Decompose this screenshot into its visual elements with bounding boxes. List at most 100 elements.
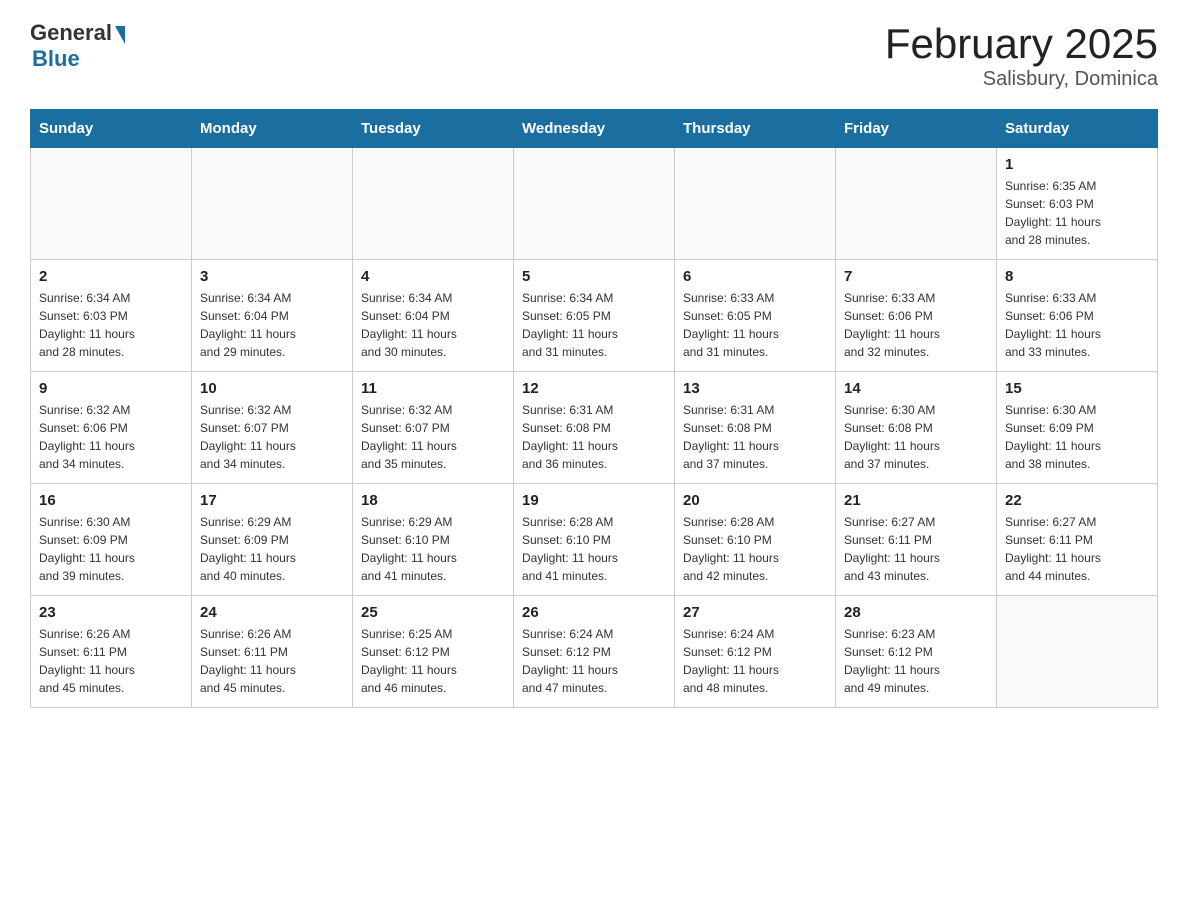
calendar-week-row: 2Sunrise: 6:34 AM Sunset: 6:03 PM Daylig… <box>31 260 1158 372</box>
day-number: 3 <box>200 268 344 285</box>
day-number: 16 <box>39 492 183 509</box>
day-number: 20 <box>683 492 827 509</box>
calendar-cell: 20 Sunrise: 6:28 AM Sunset: 6:10 PM Dayli… <box>675 484 836 596</box>
day-info: Sunrise: 6:24 AM Sunset: 6:12 PM Dayligh… <box>683 625 827 697</box>
calendar-cell: 13 Sunrise: 6:31 AM Sunset: 6:08 PM Dayli… <box>675 372 836 484</box>
day-number: 23 <box>39 604 183 621</box>
logo-general-text: General <box>30 20 112 46</box>
calendar-cell <box>997 596 1158 708</box>
day-number: 26 <box>522 604 666 621</box>
day-number: 13 <box>683 380 827 397</box>
calendar-cell: 21 Sunrise: 6:27 AM Sunset: 6:11 PM Dayli… <box>836 484 997 596</box>
calendar-cell: 2Sunrise: 6:34 AM Sunset: 6:03 PM Daylig… <box>31 260 192 372</box>
calendar-cell: 27 Sunrise: 6:24 AM Sunset: 6:12 PM Dayli… <box>675 596 836 708</box>
calendar-week-row: 23 Sunrise: 6:26 AM Sunset: 6:11 PM Dayli… <box>31 596 1158 708</box>
calendar-cell: 23 Sunrise: 6:26 AM Sunset: 6:11 PM Dayli… <box>31 596 192 708</box>
calendar-cell: 10 Sunrise: 6:32 AM Sunset: 6:07 PM Dayli… <box>192 372 353 484</box>
day-number: 9 <box>39 380 183 397</box>
day-info: Sunrise: 6:27 AM Sunset: 6:11 PM Dayligh… <box>844 513 988 585</box>
logo: General Blue <box>30 20 125 72</box>
day-info: Sunrise: 6:24 AM Sunset: 6:12 PM Dayligh… <box>522 625 666 697</box>
calendar-week-row: 1 Sunrise: 6:35 AM Sunset: 6:03 PM Daylig… <box>31 148 1158 260</box>
day-info: Sunrise: 6:33 AM Sunset: 6:05 PM Dayligh… <box>683 289 827 361</box>
day-info: Sunrise: 6:34 AM Sunset: 6:03 PM Dayligh… <box>39 289 183 361</box>
calendar-cell <box>353 148 514 260</box>
day-info: Sunrise: 6:28 AM Sunset: 6:10 PM Dayligh… <box>683 513 827 585</box>
day-info: Sunrise: 6:30 AM Sunset: 6:09 PM Dayligh… <box>39 513 183 585</box>
day-number: 25 <box>361 604 505 621</box>
day-number: 14 <box>844 380 988 397</box>
day-info: Sunrise: 6:33 AM Sunset: 6:06 PM Dayligh… <box>1005 289 1149 361</box>
day-info: Sunrise: 6:27 AM Sunset: 6:11 PM Dayligh… <box>1005 513 1149 585</box>
day-info: Sunrise: 6:31 AM Sunset: 6:08 PM Dayligh… <box>683 401 827 473</box>
day-number: 21 <box>844 492 988 509</box>
calendar-week-row: 16 Sunrise: 6:30 AM Sunset: 6:09 PM Dayli… <box>31 484 1158 596</box>
day-info: Sunrise: 6:34 AM Sunset: 6:05 PM Dayligh… <box>522 289 666 361</box>
calendar-cell: 11 Sunrise: 6:32 AM Sunset: 6:07 PM Dayli… <box>353 372 514 484</box>
day-number: 4 <box>361 268 505 285</box>
calendar-title: February 2025 <box>885 20 1158 68</box>
calendar-cell <box>514 148 675 260</box>
day-number: 17 <box>200 492 344 509</box>
day-number: 27 <box>683 604 827 621</box>
day-info: Sunrise: 6:34 AM Sunset: 6:04 PM Dayligh… <box>200 289 344 361</box>
day-info: Sunrise: 6:25 AM Sunset: 6:12 PM Dayligh… <box>361 625 505 697</box>
page-header: General Blue February 2025 Salisbury, Do… <box>30 20 1158 91</box>
weekday-header: Tuesday <box>353 110 514 148</box>
calendar-cell: 25 Sunrise: 6:25 AM Sunset: 6:12 PM Dayli… <box>353 596 514 708</box>
day-info: Sunrise: 6:32 AM Sunset: 6:07 PM Dayligh… <box>200 401 344 473</box>
day-info: Sunrise: 6:33 AM Sunset: 6:06 PM Dayligh… <box>844 289 988 361</box>
day-info: Sunrise: 6:23 AM Sunset: 6:12 PM Dayligh… <box>844 625 988 697</box>
calendar-cell <box>31 148 192 260</box>
title-block: February 2025 Salisbury, Dominica <box>885 20 1158 91</box>
weekday-header: Saturday <box>997 110 1158 148</box>
calendar-cell: 3 Sunrise: 6:34 AM Sunset: 6:04 PM Daylig… <box>192 260 353 372</box>
day-info: Sunrise: 6:32 AM Sunset: 6:07 PM Dayligh… <box>361 401 505 473</box>
day-info: Sunrise: 6:30 AM Sunset: 6:09 PM Dayligh… <box>1005 401 1149 473</box>
calendar-cell: 15 Sunrise: 6:30 AM Sunset: 6:09 PM Dayli… <box>997 372 1158 484</box>
calendar-cell: 18 Sunrise: 6:29 AM Sunset: 6:10 PM Dayli… <box>353 484 514 596</box>
logo-arrow-icon <box>115 26 125 44</box>
calendar-cell: 7Sunrise: 6:33 AM Sunset: 6:06 PM Daylig… <box>836 260 997 372</box>
calendar-cell <box>675 148 836 260</box>
day-info: Sunrise: 6:29 AM Sunset: 6:10 PM Dayligh… <box>361 513 505 585</box>
day-info: Sunrise: 6:29 AM Sunset: 6:09 PM Dayligh… <box>200 513 344 585</box>
day-number: 11 <box>361 380 505 397</box>
calendar-cell: 22 Sunrise: 6:27 AM Sunset: 6:11 PM Dayli… <box>997 484 1158 596</box>
day-info: Sunrise: 6:26 AM Sunset: 6:11 PM Dayligh… <box>39 625 183 697</box>
calendar-cell: 24Sunrise: 6:26 AM Sunset: 6:11 PM Dayli… <box>192 596 353 708</box>
day-number: 12 <box>522 380 666 397</box>
logo-blue-text: Blue <box>32 46 80 72</box>
day-number: 15 <box>1005 380 1149 397</box>
day-info: Sunrise: 6:35 AM Sunset: 6:03 PM Dayligh… <box>1005 177 1149 249</box>
day-info: Sunrise: 6:28 AM Sunset: 6:10 PM Dayligh… <box>522 513 666 585</box>
weekday-header: Sunday <box>31 110 192 148</box>
weekday-header: Thursday <box>675 110 836 148</box>
calendar-table: SundayMondayTuesdayWednesdayThursdayFrid… <box>30 109 1158 708</box>
day-number: 18 <box>361 492 505 509</box>
weekday-header: Monday <box>192 110 353 148</box>
calendar-cell: 4 Sunrise: 6:34 AM Sunset: 6:04 PM Daylig… <box>353 260 514 372</box>
day-info: Sunrise: 6:30 AM Sunset: 6:08 PM Dayligh… <box>844 401 988 473</box>
calendar-cell: 6Sunrise: 6:33 AM Sunset: 6:05 PM Daylig… <box>675 260 836 372</box>
calendar-cell: 12Sunrise: 6:31 AM Sunset: 6:08 PM Dayli… <box>514 372 675 484</box>
day-number: 5 <box>522 268 666 285</box>
day-info: Sunrise: 6:26 AM Sunset: 6:11 PM Dayligh… <box>200 625 344 697</box>
calendar-cell: 26 Sunrise: 6:24 AM Sunset: 6:12 PM Dayli… <box>514 596 675 708</box>
calendar-cell: 5 Sunrise: 6:34 AM Sunset: 6:05 PM Daylig… <box>514 260 675 372</box>
calendar-cell: 14 Sunrise: 6:30 AM Sunset: 6:08 PM Dayli… <box>836 372 997 484</box>
day-number: 22 <box>1005 492 1149 509</box>
day-number: 28 <box>844 604 988 621</box>
day-info: Sunrise: 6:32 AM Sunset: 6:06 PM Dayligh… <box>39 401 183 473</box>
calendar-cell: 1 Sunrise: 6:35 AM Sunset: 6:03 PM Daylig… <box>997 148 1158 260</box>
day-info: Sunrise: 6:34 AM Sunset: 6:04 PM Dayligh… <box>361 289 505 361</box>
calendar-cell: 8 Sunrise: 6:33 AM Sunset: 6:06 PM Daylig… <box>997 260 1158 372</box>
day-number: 10 <box>200 380 344 397</box>
day-number: 8 <box>1005 268 1149 285</box>
day-number: 1 <box>1005 156 1149 173</box>
calendar-week-row: 9 Sunrise: 6:32 AM Sunset: 6:06 PM Daylig… <box>31 372 1158 484</box>
calendar-cell: 19Sunrise: 6:28 AM Sunset: 6:10 PM Dayli… <box>514 484 675 596</box>
calendar-cell <box>836 148 997 260</box>
calendar-cell: 28 Sunrise: 6:23 AM Sunset: 6:12 PM Dayli… <box>836 596 997 708</box>
calendar-subtitle: Salisbury, Dominica <box>885 68 1158 91</box>
